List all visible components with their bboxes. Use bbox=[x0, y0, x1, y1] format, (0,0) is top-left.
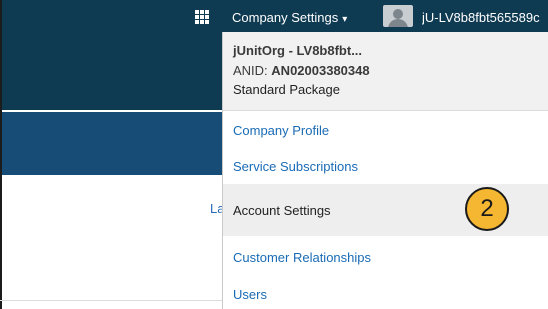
org-info-panel: jUnitOrg - LV8b8fbt... ANID: AN020033803… bbox=[223, 32, 548, 111]
page-header-band bbox=[0, 112, 222, 175]
company-settings-menu-button[interactable]: Company Settings ▾ bbox=[232, 10, 347, 25]
menu-item-service-subscriptions[interactable]: Service Subscriptions bbox=[233, 159, 358, 174]
company-settings-dropdown: jUnitOrg - LV8b8fbt... ANID: AN020033803… bbox=[222, 32, 548, 309]
company-settings-label: Company Settings bbox=[232, 10, 339, 25]
org-package: Standard Package bbox=[233, 82, 340, 97]
app-grid-icon[interactable] bbox=[195, 10, 209, 24]
user-menu-name[interactable]: jU-LV8b8fbt565589c bbox=[422, 10, 548, 25]
anid-value: AN02003380348 bbox=[271, 63, 370, 78]
menu-item-customer-relationships[interactable]: Customer Relationships bbox=[233, 250, 371, 265]
step-number-callout: 2 bbox=[465, 187, 509, 231]
menu-item-company-profile[interactable]: Company Profile bbox=[233, 123, 329, 138]
anid-label: ANID: bbox=[233, 63, 268, 78]
user-avatar[interactable] bbox=[383, 5, 413, 27]
menu-item-account-settings[interactable]: Account Settings bbox=[233, 203, 331, 218]
divider bbox=[0, 300, 222, 301]
menu-item-users[interactable]: Users bbox=[233, 287, 267, 302]
org-anid: ANID: AN02003380348 bbox=[233, 63, 370, 78]
left-border bbox=[0, 0, 2, 309]
user-silhouette-icon bbox=[393, 9, 403, 19]
chevron-down-icon: ▾ bbox=[342, 14, 348, 25]
org-name: jUnitOrg - LV8b8fbt... bbox=[233, 43, 363, 58]
